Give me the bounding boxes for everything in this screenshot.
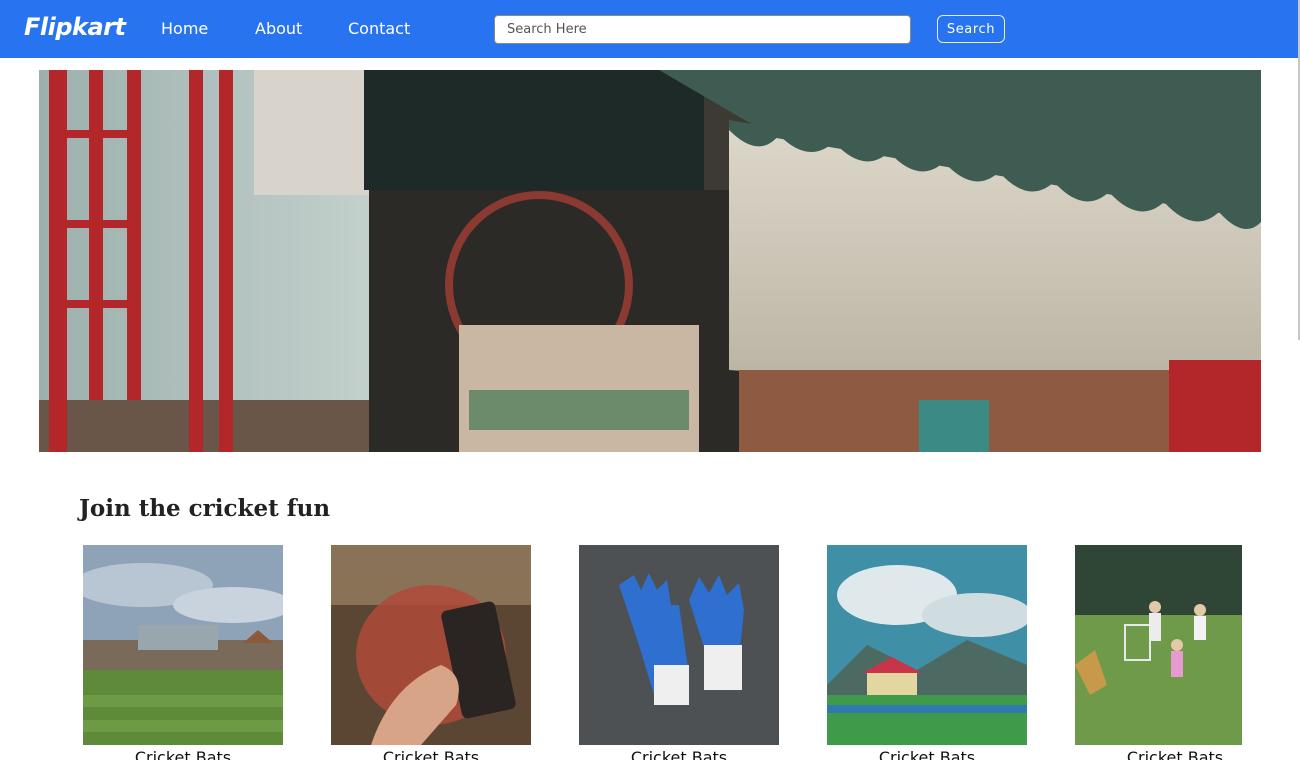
- nav-link-about[interactable]: About: [255, 19, 302, 38]
- product-card[interactable]: Cricket Bats: [579, 545, 779, 760]
- section-title: Join the cricket fun: [79, 495, 331, 522]
- hero-image: [39, 70, 1261, 452]
- product-label[interactable]: Cricket Bats: [827, 748, 1027, 760]
- product-label[interactable]: Cricket Bats: [579, 748, 779, 760]
- brand-logo[interactable]: Flipkart: [24, 13, 126, 41]
- product-image[interactable]: [1075, 545, 1242, 745]
- navbar: Flipkart Home About Contact Search: [0, 0, 1300, 58]
- nav-link-contact[interactable]: Contact: [348, 19, 410, 38]
- product-image[interactable]: [83, 545, 283, 745]
- product-label[interactable]: Cricket Bats: [331, 748, 531, 760]
- product-image[interactable]: [331, 545, 531, 745]
- product-card[interactable]: Cricket Bats: [331, 545, 531, 760]
- nav-link-home[interactable]: Home: [161, 19, 208, 38]
- search-button[interactable]: Search: [937, 15, 1005, 43]
- product-card[interactable]: Cricket Bats: [83, 545, 283, 760]
- product-image[interactable]: [827, 545, 1027, 745]
- product-card[interactable]: Cricket Bats: [827, 545, 1027, 760]
- product-label[interactable]: Cricket Bats: [83, 748, 283, 760]
- search-input[interactable]: [494, 15, 911, 44]
- product-label[interactable]: Cricket Bats: [1075, 748, 1275, 760]
- product-image[interactable]: [579, 545, 779, 745]
- product-card[interactable]: Cricket Bats: [1075, 545, 1242, 760]
